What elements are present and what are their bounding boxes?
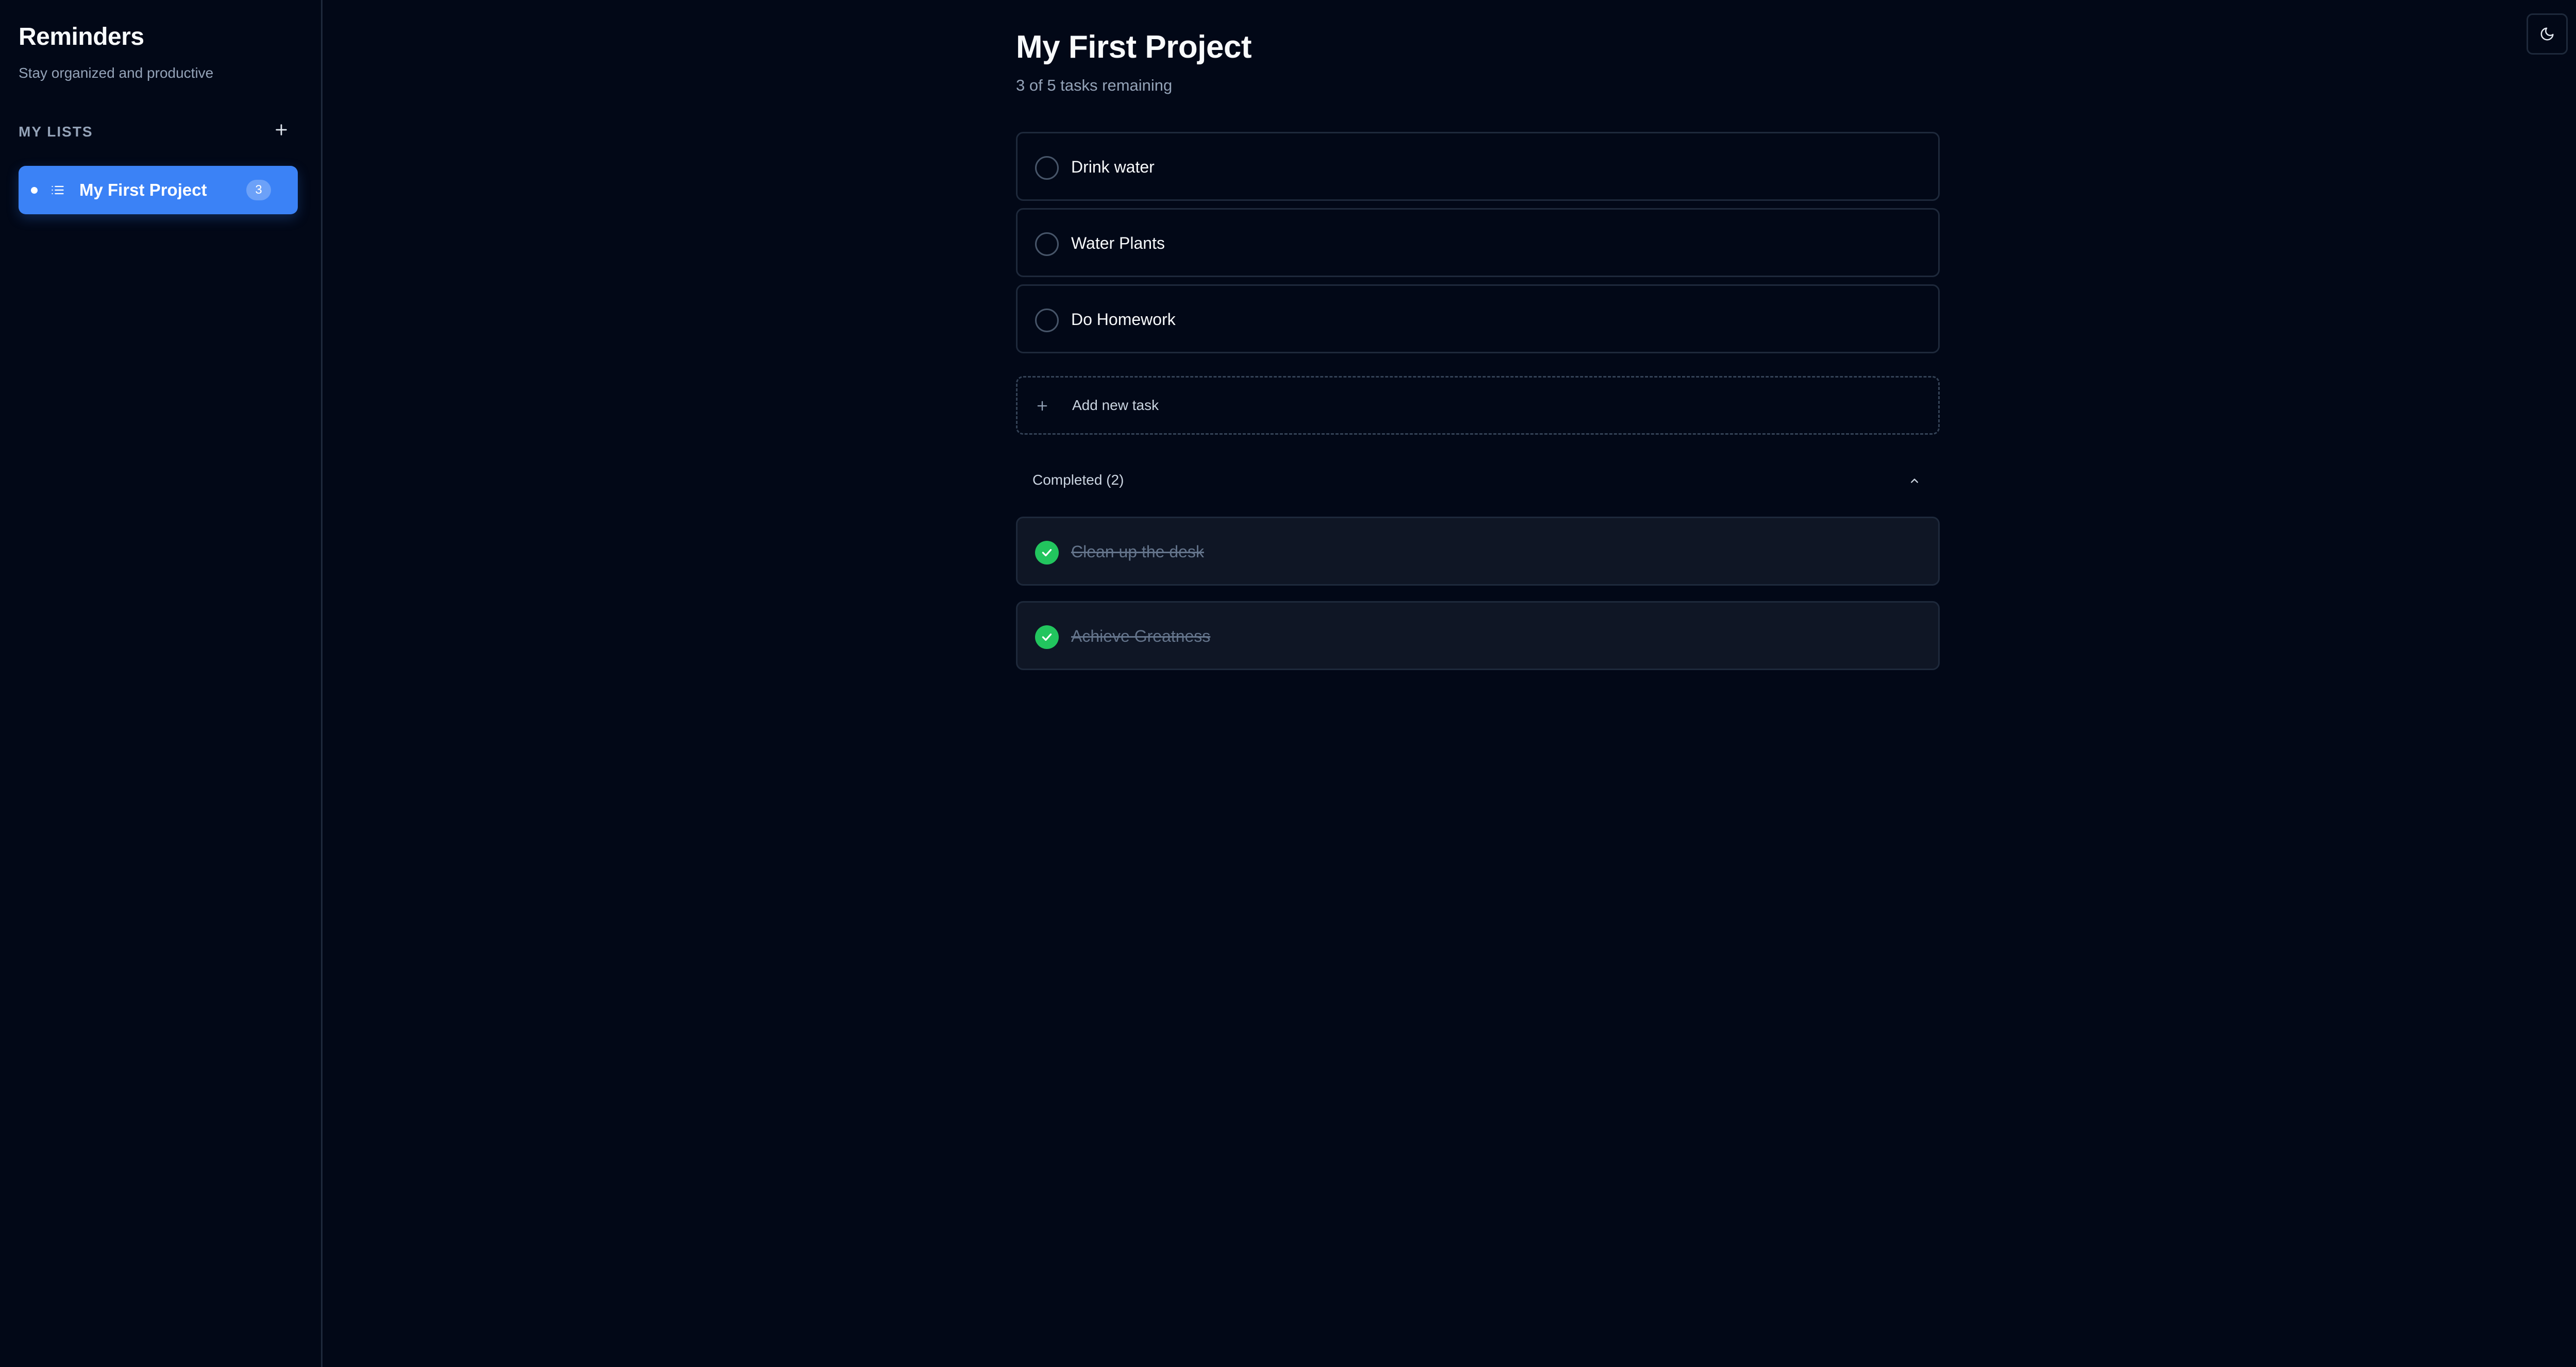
task-label[interactable]: Do Homework — [1071, 310, 1176, 329]
task-item: Water Plants — [1016, 208, 1940, 277]
task-checkbox[interactable] — [1035, 232, 1059, 256]
add-task-label: Add new task — [1072, 397, 1159, 413]
moon-icon — [2540, 27, 2554, 41]
task-label[interactable]: Clean up the desk — [1071, 542, 1204, 561]
task-label[interactable]: Water Plants — [1071, 234, 1165, 253]
app-title: Reminders — [19, 23, 144, 50]
chevron-up-icon — [1911, 479, 1918, 483]
task-item: Do Homework — [1016, 284, 1940, 353]
check-icon — [1042, 633, 1052, 641]
task-checkbox-checked[interactable] — [1035, 625, 1059, 649]
task-label[interactable]: Achieve Greatness — [1071, 627, 1210, 646]
plus-icon — [276, 124, 287, 135]
task-checkbox[interactable] — [1035, 156, 1059, 180]
my-lists-heading: MY LISTS — [19, 124, 93, 140]
task-item: Drink water — [1016, 132, 1940, 201]
active-dot — [31, 187, 38, 194]
app-subtitle: Stay organized and productive — [19, 65, 214, 81]
sidebar: Reminders Stay organized and productive … — [0, 0, 323, 1367]
page-title: My First Project — [1016, 29, 1252, 65]
sidebar-item-my-first-project[interactable]: My First Project 3 — [19, 166, 298, 214]
plus-icon — [1037, 401, 1047, 411]
completed-toggle[interactable]: Completed (2) — [1016, 464, 1940, 500]
app: Reminders Stay organized and productive … — [0, 0, 2576, 1367]
task-checkbox[interactable] — [1035, 309, 1059, 332]
completed-task-item: Clean up the desk — [1016, 517, 1940, 586]
tasks-remaining: 3 of 5 tasks remaining — [1016, 76, 1173, 94]
add-list-button[interactable] — [270, 118, 293, 141]
sidebar-item-label: My First Project — [79, 180, 207, 199]
task-checkbox-checked[interactable] — [1035, 541, 1059, 565]
check-icon — [1042, 549, 1052, 557]
completed-task-item: Achieve Greatness — [1016, 601, 1940, 670]
list-count-badge: 3 — [246, 180, 271, 200]
list-icon — [52, 185, 64, 195]
completed-heading: Completed (2) — [1032, 472, 1124, 488]
theme-toggle-button[interactable] — [2527, 13, 2568, 55]
task-label[interactable]: Drink water — [1071, 158, 1155, 177]
add-task-button[interactable]: Add new task — [1016, 376, 1940, 435]
